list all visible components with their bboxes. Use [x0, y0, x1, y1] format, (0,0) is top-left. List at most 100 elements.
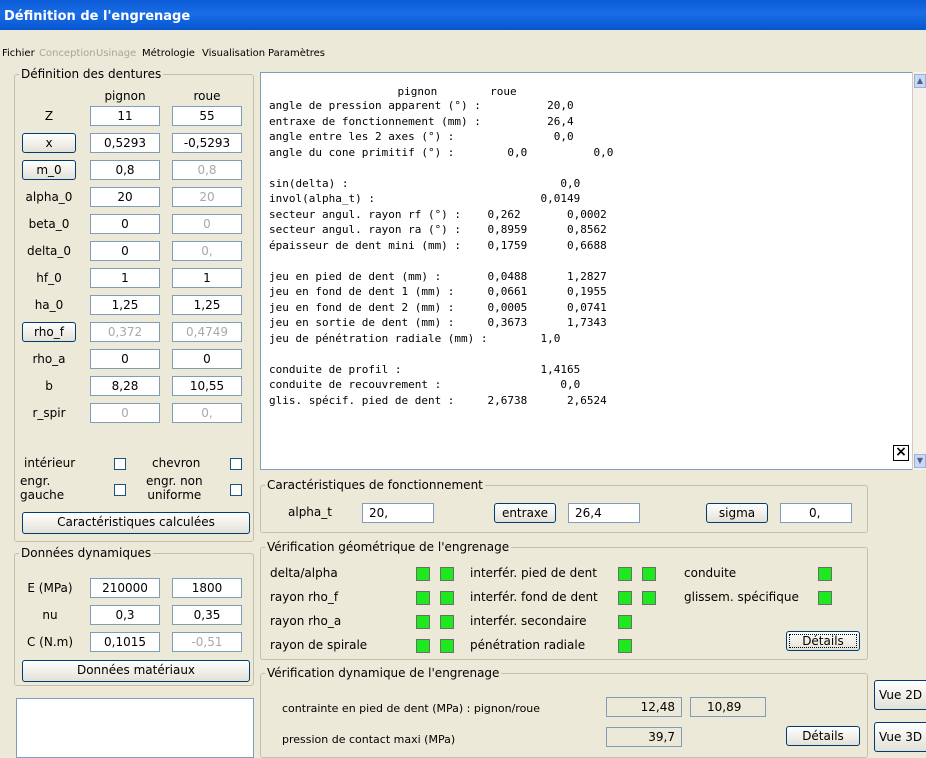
contrainte-roue-value: 10,89: [690, 697, 766, 717]
sigma-value: 0,: [780, 503, 852, 523]
denture-label-ha-0: ha_0: [34, 298, 64, 312]
pignon-field[interactable]: 0: [90, 214, 160, 234]
engr-non-uniforme-checkbox[interactable]: [230, 484, 242, 496]
menu-bar: Fichier Conception Usinage Métrologie Vi…: [0, 44, 926, 64]
menu-parametres[interactable]: Paramètres: [268, 48, 325, 59]
roue-field[interactable]: 0: [172, 349, 242, 369]
roue-field[interactable]: 0: [172, 214, 242, 234]
status-indicator-green: [440, 639, 454, 653]
geo-check-label: interfér. pied de dent: [470, 566, 597, 580]
result-line: angle du cone primitif (°) : 0,0 0,0: [269, 145, 614, 159]
roue-field[interactable]: 1: [172, 268, 242, 288]
sigma-button[interactable]: sigma: [706, 503, 768, 523]
status-indicator-green: [440, 615, 454, 629]
roue-field[interactable]: 0,: [172, 241, 242, 261]
pignon-field[interactable]: 0,372: [90, 322, 160, 342]
geo-check-label: rayon rho_a: [270, 614, 342, 628]
result-line: secteur angul. rayon rf (°) : 0,262 0,00…: [269, 207, 607, 221]
alpha-t-value: 20,: [362, 503, 434, 523]
status-indicator-green: [440, 591, 454, 605]
result-line: jeu de pénétration radiale (mm) : 1,0: [269, 331, 561, 345]
entraxe-button[interactable]: entraxe: [494, 503, 556, 523]
scroll-up-icon[interactable]: ▲: [914, 74, 926, 88]
roue-field[interactable]: 20: [172, 187, 242, 207]
col-pignon-header: pignon: [104, 89, 146, 103]
close-results-icon[interactable]: ×: [893, 445, 909, 461]
menu-visualisation[interactable]: Visualisation: [202, 48, 265, 59]
result-line: jeu en sortie de dent (mm) : 0,3673 1,73…: [269, 316, 607, 329]
denture-label-m-0[interactable]: m_0: [22, 160, 76, 180]
result-line: épaisseur de dent mini (mm) : 0,1759 0,6…: [269, 238, 607, 252]
details-dynamique-button[interactable]: Détails: [786, 726, 860, 746]
engr-non-uniforme-label: engr. non uniforme: [146, 474, 203, 502]
result-line: jeu en fond de dent 1 (mm) : 0,0661 0,19…: [269, 285, 607, 298]
interieur-label: intérieur: [24, 456, 76, 470]
dyn-roue-field[interactable]: -0,51: [172, 632, 242, 652]
denture-label-rho-a: rho_a: [32, 352, 66, 366]
roue-field[interactable]: 0,8: [172, 160, 242, 180]
window-title: Définition de l'engrenage: [4, 9, 191, 24]
dyn-pignon-field[interactable]: 0,3: [90, 605, 160, 625]
geo-check-label: interfér. secondaire: [470, 614, 587, 628]
vue-2d-button[interactable]: Vue 2D: [874, 680, 926, 710]
dyn-pignon-field[interactable]: 210000: [90, 578, 160, 598]
pignon-field[interactable]: 1: [90, 268, 160, 288]
status-indicator-green: [440, 567, 454, 581]
menu-usinage[interactable]: Usinage: [96, 48, 136, 59]
menu-fichier[interactable]: Fichier: [2, 48, 35, 59]
status-indicator-green: [618, 615, 632, 629]
result-line: jeu en fond de dent 2 (mm) : 0,0005 0,07…: [269, 300, 607, 314]
denture-label-beta-0: beta_0: [28, 217, 70, 231]
menu-metrologie[interactable]: Métrologie: [142, 48, 195, 59]
chevron-checkbox[interactable]: [230, 458, 242, 470]
result-line: sin(delta) : 0,0: [269, 176, 581, 190]
scroll-down-icon[interactable]: ▼: [914, 454, 926, 468]
donnees-materiaux-button[interactable]: Données matériaux: [22, 660, 250, 682]
roue-field[interactable]: 1,25: [172, 295, 242, 315]
dyn-roue-field[interactable]: 1800: [172, 578, 242, 598]
result-line: conduite de profil : 1,4165: [269, 362, 581, 376]
result-line: glis. spécif. pied de dent : 2,6738 2,65…: [269, 393, 607, 407]
dyn-roue-field[interactable]: 0,35: [172, 605, 242, 625]
results-scrollbar[interactable]: ▲ ▼: [912, 72, 926, 470]
status-indicator-green: [618, 567, 632, 581]
dyn-label: C (N.m): [26, 635, 74, 649]
roue-field[interactable]: 0,4749: [172, 322, 242, 342]
engr-gauche-checkbox[interactable]: [114, 484, 126, 496]
status-indicator-green: [642, 591, 656, 605]
pignon-field[interactable]: 1,25: [90, 295, 160, 315]
status-indicator-green: [618, 591, 632, 605]
interieur-checkbox[interactable]: [114, 458, 126, 470]
status-indicator-green: [618, 639, 632, 653]
details-geometrie-button[interactable]: Détails: [786, 631, 860, 651]
pignon-field[interactable]: 0,5293: [90, 133, 160, 153]
roue-field[interactable]: -0,5293: [172, 133, 242, 153]
pignon-field[interactable]: 0: [90, 349, 160, 369]
contrainte-pignon-value: 12,48: [606, 697, 682, 717]
caracteristiques-calculees-button[interactable]: Caractéristiques calculées: [22, 512, 250, 534]
denture-label-x[interactable]: x: [22, 133, 76, 153]
geometrie-legend: Vérification géométrique de l'engrenage: [267, 540, 510, 554]
pignon-field[interactable]: 0,8: [90, 160, 160, 180]
dyn-pignon-field[interactable]: 0,1015: [90, 632, 160, 652]
result-line: entraxe de fonctionnement (mm) : 26,4: [269, 114, 574, 128]
col-roue-header: roue: [193, 89, 221, 103]
dynamique-legend: Vérification dynamique de l'engrenage: [267, 666, 500, 680]
pignon-field[interactable]: 8,28: [90, 376, 160, 396]
denture-label-hf-0: hf_0: [36, 271, 62, 285]
vue-3d-button[interactable]: Vue 3D: [874, 722, 926, 752]
fonctionnement-group: Caractéristiques de fonctionnement: [260, 478, 868, 533]
menu-conception[interactable]: Conception: [39, 48, 96, 59]
status-indicator-green: [416, 567, 430, 581]
roue-field[interactable]: 10,55: [172, 376, 242, 396]
roue-field[interactable]: 0,: [172, 403, 242, 423]
roue-field[interactable]: 55: [172, 106, 242, 126]
pignon-field[interactable]: 11: [90, 106, 160, 126]
denture-label-z: Z: [44, 109, 54, 123]
pignon-field[interactable]: 0: [90, 403, 160, 423]
pignon-field[interactable]: 0: [90, 241, 160, 261]
info-panel: [16, 698, 254, 758]
pignon-field[interactable]: 20: [90, 187, 160, 207]
denture-label-rho-f[interactable]: rho_f: [22, 322, 76, 342]
result-line: conduite de recouvrement : 0,0: [269, 378, 581, 391]
